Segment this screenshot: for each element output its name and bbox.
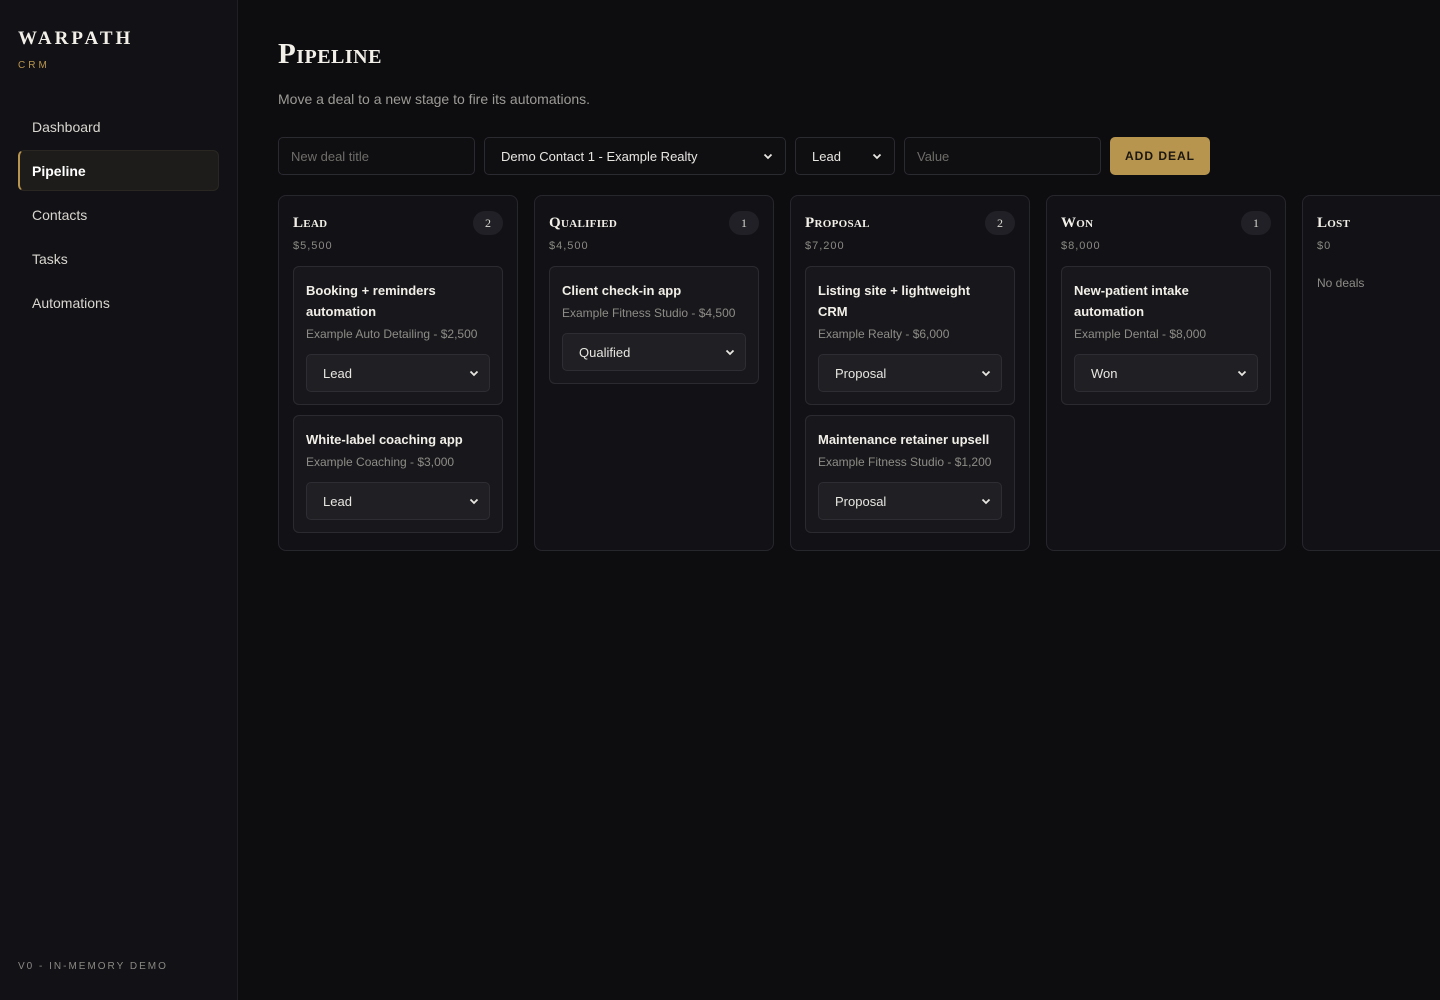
contact-select-value: Demo Contact 1 - Example Realty (501, 148, 698, 164)
column-header: Qualified 1 (549, 210, 759, 236)
deal-title: Listing site + lightweight CRM (818, 283, 971, 319)
deal-value-input[interactable] (904, 137, 1101, 175)
sidebar-nav: Dashboard Pipeline Contacts Tasks Automa… (18, 106, 219, 323)
deal-title-input[interactable] (278, 137, 475, 175)
column-lost: Lost $0 No deals (1302, 195, 1440, 551)
deal-title: Booking + reminders automation (306, 283, 436, 319)
deal-title: White-label coaching app (306, 432, 463, 447)
deal-meta: Example Fitness Studio - $1,200 (818, 455, 992, 469)
deal-card[interactable]: Maintenance retainer upsell Example Fitne… (805, 415, 1015, 533)
deal-card[interactable]: Client check-in app Example Fitness Studi… (549, 266, 759, 384)
sidebar-item-automations[interactable]: Automations (18, 282, 219, 323)
sidebar: WARPATH CRM Dashboard Pipeline Contacts … (0, 0, 238, 1000)
sidebar-item-dashboard[interactable]: Dashboard (18, 106, 219, 147)
deal-stage-value: Proposal (835, 365, 887, 381)
chevron-down-icon (981, 498, 991, 505)
chevron-down-icon (469, 370, 479, 377)
column-qualified: Qualified 1 $4,500 Client check-in app Examp… (534, 195, 774, 551)
chevron-down-icon (872, 153, 882, 160)
column-title: Lead (293, 214, 328, 231)
column-total: $5,500 (293, 240, 333, 252)
deal-stage-select[interactable]: Won (1074, 354, 1258, 392)
deal-stage-value: Proposal (835, 493, 887, 509)
deal-stage-value: Lead (323, 365, 352, 381)
new-deal-form: Demo Contact 1 - Example Realty Lead ADD… (278, 137, 1400, 175)
column-header: Proposal 2 (805, 210, 1015, 236)
deal-title: Maintenance retainer upsell (818, 432, 990, 447)
deal-stage-select[interactable]: Lead (306, 482, 490, 520)
deal-card[interactable]: Listing site + lightweight CRM Example Re… (805, 266, 1015, 405)
deal-meta: Example Coaching - $3,000 (306, 455, 455, 469)
deal-list: New-patient intake automation Example Den… (1061, 266, 1271, 405)
chevron-down-icon (981, 370, 991, 377)
main-content: Pipeline Move a deal to a new stage to f… (238, 0, 1440, 1000)
app-root: WARPATH CRM Dashboard Pipeline Contacts … (0, 0, 1440, 1000)
column-title: Won (1061, 214, 1094, 231)
brand: WARPATH CRM (18, 0, 219, 71)
column-total: $8,000 (1061, 240, 1101, 252)
column-title: Qualified (549, 214, 618, 231)
deal-card[interactable]: New-patient intake automation Example Den… (1061, 266, 1271, 405)
deal-count-badge: 2 (473, 211, 503, 235)
deal-title: New-patient intake automation (1074, 283, 1189, 319)
brand-logo-text: WARPATH (18, 28, 134, 49)
stage-select[interactable]: Lead (795, 137, 895, 175)
chevron-down-icon (469, 498, 479, 505)
deal-stage-select[interactable]: Lead (306, 354, 490, 392)
contact-select[interactable]: Demo Contact 1 - Example Realty (484, 137, 786, 175)
deal-stage-value: Qualified (579, 344, 631, 360)
deal-card[interactable]: White-label coaching app Example Coaching… (293, 415, 503, 533)
deal-stage-select[interactable]: Qualified (562, 333, 746, 371)
empty-state: No deals (1317, 276, 1365, 290)
column-total: $4,500 (549, 240, 589, 252)
page-subtitle: Move a deal to a new stage to fire its a… (278, 91, 591, 107)
pipeline-board: Lead 2 $5,500 Booking + reminders automatio… (278, 195, 1440, 551)
add-deal-button[interactable]: ADD DEAL (1110, 137, 1210, 175)
deal-stage-select[interactable]: Proposal (818, 354, 1002, 392)
column-title: Proposal (805, 214, 870, 231)
deal-list: Client check-in app Example Fitness Studi… (549, 266, 759, 384)
deal-meta: Example Dental - $8,000 (1074, 327, 1207, 341)
deal-title: Client check-in app (562, 283, 682, 298)
stage-select-value: Lead (812, 148, 841, 164)
deal-count-badge: 1 (1241, 211, 1271, 235)
brand-subtitle: CRM (18, 60, 50, 71)
chevron-down-icon (763, 153, 773, 160)
sidebar-item-contacts[interactable]: Contacts (18, 194, 219, 235)
sidebar-item-pipeline[interactable]: Pipeline (18, 150, 219, 191)
column-header: Lead 2 (293, 210, 503, 236)
sidebar-item-tasks[interactable]: Tasks (18, 238, 219, 279)
deal-meta: Example Auto Detailing - $2,500 (306, 327, 478, 341)
page-title: Pipeline (278, 38, 382, 70)
deal-count-badge: 1 (729, 211, 759, 235)
column-title: Lost (1317, 214, 1351, 231)
deal-meta: Example Fitness Studio - $4,500 (562, 306, 736, 320)
deal-count-badge: 2 (985, 211, 1015, 235)
column-total: $7,200 (805, 240, 845, 252)
deal-meta: Example Realty - $6,000 (818, 327, 950, 341)
deal-stage-value: Won (1091, 365, 1118, 381)
column-header: Lost (1317, 210, 1440, 236)
version-label: V0 - IN-MEMORY DEMO (18, 961, 168, 972)
deal-stage-value: Lead (323, 493, 352, 509)
column-won: Won 1 $8,000 New-patient intake automation E… (1046, 195, 1286, 551)
column-lead: Lead 2 $5,500 Booking + reminders automatio… (278, 195, 518, 551)
column-total: $0 (1317, 240, 1332, 252)
deal-list: Listing site + lightweight CRM Example Re… (805, 266, 1015, 533)
deal-list: Booking + reminders automation Example Au… (293, 266, 503, 533)
column-proposal: Proposal 2 $7,200 Listing site + lightweigh… (790, 195, 1030, 551)
column-header: Won 1 (1061, 210, 1271, 236)
chevron-down-icon (1237, 370, 1247, 377)
chevron-down-icon (725, 349, 735, 356)
deal-stage-select[interactable]: Proposal (818, 482, 1002, 520)
deal-card[interactable]: Booking + reminders automation Example Au… (293, 266, 503, 405)
